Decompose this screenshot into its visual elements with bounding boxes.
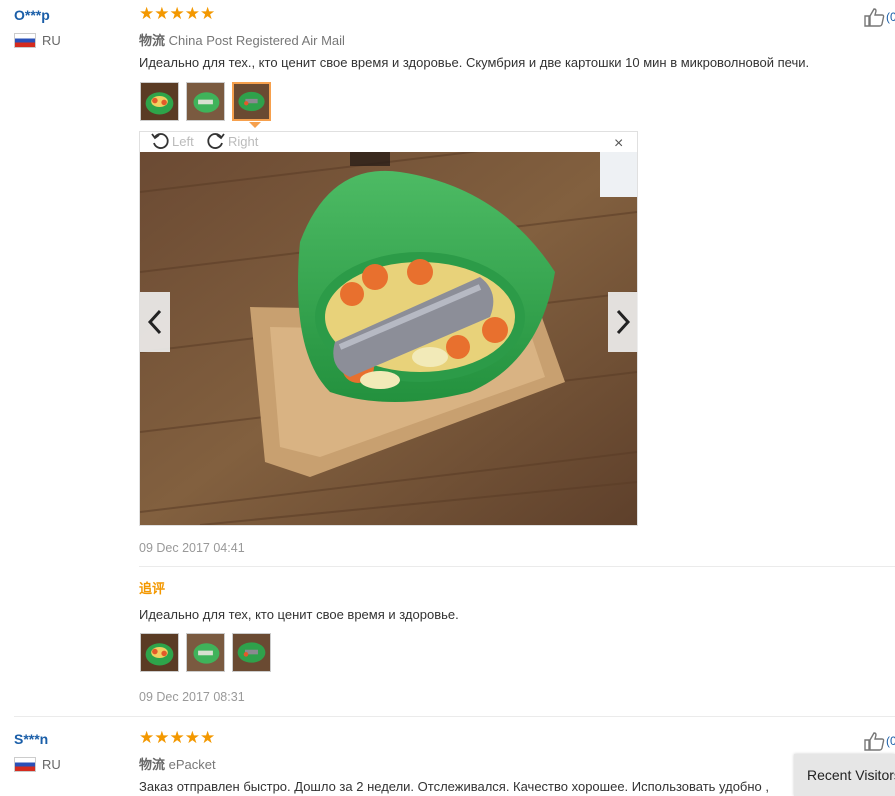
review-date: 09 Dec 2017 04:41 bbox=[139, 541, 245, 555]
close-viewer-button[interactable]: × bbox=[614, 135, 623, 153]
country-code: RU bbox=[42, 757, 61, 772]
rotate-left-icon bbox=[151, 133, 169, 149]
review-text: Идеально для тех., кто ценит свое время … bbox=[139, 55, 810, 70]
chevron-left-icon bbox=[147, 309, 162, 335]
shipping-method: ePacket bbox=[168, 757, 216, 772]
country-code: RU bbox=[42, 33, 61, 48]
previous-photo-button[interactable] bbox=[140, 292, 170, 352]
helpful-count: (0 bbox=[886, 10, 895, 24]
chevron-right-icon bbox=[616, 309, 631, 335]
review-photos bbox=[140, 82, 271, 121]
rotate-left-label: Left bbox=[172, 133, 194, 149]
reviewer-name: S***n bbox=[14, 731, 49, 747]
reviewer-country: RU bbox=[14, 757, 61, 772]
review-divider bbox=[14, 716, 895, 717]
rotate-right-button[interactable]: Right bbox=[206, 131, 258, 151]
thumbs-up-icon bbox=[864, 732, 885, 751]
shipping-info: 物流 China Post Registered Air Mail bbox=[139, 30, 345, 49]
photo-thumbnail[interactable] bbox=[186, 82, 225, 121]
main-review-photo bbox=[140, 152, 637, 525]
russia-flag-icon bbox=[14, 33, 36, 48]
star-rating: ★★★★★ bbox=[139, 4, 216, 23]
russia-flag-icon bbox=[14, 757, 36, 772]
photo-thumbnail[interactable] bbox=[186, 633, 225, 672]
helpful-button[interactable]: (0 bbox=[863, 7, 895, 27]
review-text: Заказ отправлен быстро. Дошло за 2 недел… bbox=[139, 779, 770, 794]
next-photo-button[interactable] bbox=[608, 292, 638, 352]
recent-visitors-tab[interactable]: Recent Visitors bbox=[794, 754, 895, 796]
helpful-count: (0 bbox=[886, 734, 895, 748]
followup-text: Идеально для тех, кто ценит свое время и… bbox=[139, 607, 459, 622]
rotate-right-label: Right bbox=[228, 133, 259, 149]
photo-thumbnail[interactable] bbox=[140, 633, 179, 672]
helpful-button[interactable]: (0 bbox=[863, 731, 895, 751]
followup-date: 09 Dec 2017 08:31 bbox=[139, 690, 245, 704]
shipping-label: 物流 bbox=[139, 757, 166, 772]
shipping-method: China Post Registered Air Mail bbox=[168, 33, 345, 48]
shipping-label: 物流 bbox=[139, 33, 166, 48]
divider bbox=[139, 566, 895, 567]
followup-photos bbox=[140, 633, 271, 672]
selected-thumbnail-pointer bbox=[249, 122, 261, 128]
photo-thumbnail[interactable] bbox=[232, 633, 271, 672]
reviewer-country: RU bbox=[14, 33, 61, 48]
rotate-left-button[interactable]: Left bbox=[150, 131, 194, 151]
thumbs-up-icon bbox=[864, 8, 885, 27]
photo-thumbnail[interactable] bbox=[140, 82, 179, 121]
rotate-right-icon bbox=[207, 133, 225, 149]
reviewer-name: O***p bbox=[14, 7, 50, 23]
followup-label: 追评 bbox=[139, 581, 166, 596]
shipping-info: 物流 ePacket bbox=[139, 754, 216, 773]
photo-thumbnail-selected[interactable] bbox=[232, 82, 271, 121]
star-rating: ★★★★★ bbox=[139, 728, 216, 747]
food-photo-image bbox=[140, 152, 637, 525]
